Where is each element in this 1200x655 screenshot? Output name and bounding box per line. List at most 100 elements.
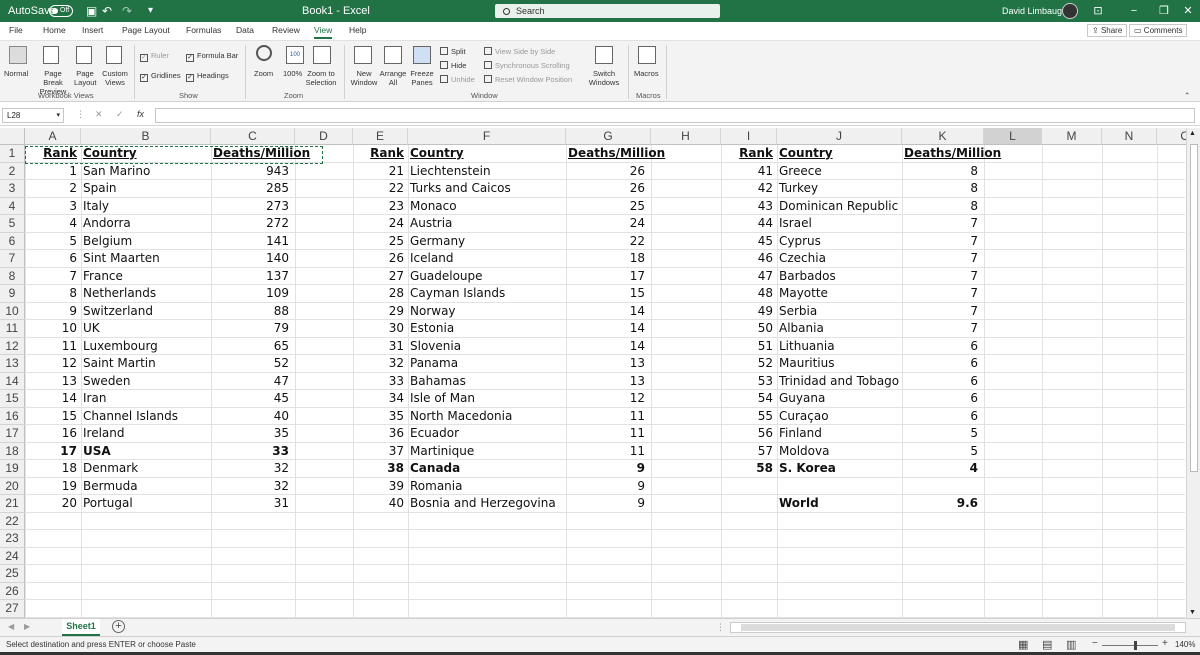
- customize-toolbar-icon[interactable]: ▾: [148, 0, 153, 22]
- cell-world-value[interactable]: 9.6: [918, 495, 978, 513]
- cell-rank[interactable]: 1: [37, 163, 77, 181]
- cell-rank[interactable]: 5: [37, 233, 77, 251]
- hide-button[interactable]: Hide: [440, 61, 466, 70]
- column-header-l[interactable]: L: [984, 128, 1042, 145]
- page-layout-status-icon[interactable]: ▤: [1042, 638, 1052, 651]
- cell-rank[interactable]: 46: [733, 250, 773, 268]
- cell-rank[interactable]: 25: [364, 233, 404, 251]
- cell-rank[interactable]: 37: [364, 443, 404, 461]
- cell-rank[interactable]: 51: [733, 338, 773, 356]
- freeze-panes-icon[interactable]: [413, 46, 431, 64]
- page-layout-icon[interactable]: [76, 46, 92, 64]
- zoom-100-icon[interactable]: 100: [286, 46, 304, 64]
- cell-deaths-per-million[interactable]: 47: [229, 373, 289, 391]
- cell-rank[interactable]: 39: [364, 478, 404, 496]
- ribbon-display-icon[interactable]: ⊡: [1080, 0, 1116, 22]
- cell-country[interactable]: Estonia: [410, 320, 570, 338]
- avatar[interactable]: [1062, 3, 1078, 19]
- cell-deaths-per-million[interactable]: 7: [918, 285, 978, 303]
- header-deaths-per-million[interactable]: Deaths/Million: [904, 145, 1014, 163]
- cell-deaths-per-million[interactable]: 14: [585, 303, 645, 321]
- cell-rank[interactable]: 57: [733, 443, 773, 461]
- close-icon[interactable]: ✕: [1170, 0, 1200, 22]
- cell-deaths-per-million[interactable]: 31: [229, 495, 289, 513]
- freeze-panes-button[interactable]: Freeze Panes: [407, 69, 437, 87]
- cell-rank[interactable]: 38: [364, 460, 404, 478]
- cell-country[interactable]: USA: [83, 443, 243, 461]
- cell-rank[interactable]: 43: [733, 198, 773, 216]
- zoom-level[interactable]: 140%: [1175, 640, 1195, 649]
- row-header-16[interactable]: 16: [0, 407, 25, 425]
- cell-country[interactable]: Denmark: [83, 460, 243, 478]
- column-header-a[interactable]: A: [25, 128, 81, 145]
- cell-country[interactable]: Norway: [410, 303, 570, 321]
- row-header-18[interactable]: 18: [0, 442, 25, 460]
- zoom-to-selection-icon[interactable]: [313, 46, 331, 64]
- search-box[interactable]: Search: [495, 4, 720, 18]
- cell-deaths-per-million[interactable]: 272: [229, 215, 289, 233]
- arrange-all-button[interactable]: Arrange All: [378, 69, 408, 87]
- tab-review[interactable]: Review: [272, 25, 300, 35]
- cell-deaths-per-million[interactable]: 7: [918, 268, 978, 286]
- unhide-button[interactable]: Unhide: [440, 75, 475, 84]
- row-header-26[interactable]: 26: [0, 582, 25, 600]
- cell-country[interactable]: Bosnia and Herzegovina: [410, 495, 570, 513]
- normal-view-icon[interactable]: [9, 46, 27, 64]
- cell-country[interactable]: Greece: [779, 163, 939, 181]
- column-header-e[interactable]: E: [353, 128, 408, 145]
- cell-rank[interactable]: 32: [364, 355, 404, 373]
- cell-deaths-per-million[interactable]: 11: [585, 408, 645, 426]
- zoom-in-icon[interactable]: +: [1162, 638, 1168, 649]
- cell-rank[interactable]: 11: [37, 338, 77, 356]
- cell-deaths-per-million[interactable]: 17: [585, 268, 645, 286]
- cell-deaths-per-million[interactable]: 8: [918, 163, 978, 181]
- cell-deaths-per-million[interactable]: 7: [918, 320, 978, 338]
- cell-rank[interactable]: 3: [37, 198, 77, 216]
- cell-rank[interactable]: 4: [37, 215, 77, 233]
- cell-country[interactable]: Romania: [410, 478, 570, 496]
- tab-view[interactable]: View: [314, 25, 333, 39]
- cell-country[interactable]: Liechtenstein: [410, 163, 570, 181]
- column-header-n[interactable]: N: [1102, 128, 1157, 145]
- gridlines-checkbox[interactable]: ✓ Gridlines: [140, 71, 181, 82]
- cell-deaths-per-million[interactable]: 88: [229, 303, 289, 321]
- user-name[interactable]: David Limbaugh: [1002, 0, 1067, 22]
- cell-country[interactable]: Netherlands: [83, 285, 243, 303]
- cell-country[interactable]: Portugal: [83, 495, 243, 513]
- cell-rank[interactable]: 27: [364, 268, 404, 286]
- cell-rank[interactable]: 7: [37, 268, 77, 286]
- row-header-11[interactable]: 11: [0, 320, 25, 338]
- cell-rank[interactable]: 6: [37, 250, 77, 268]
- tab-page-layout[interactable]: Page Layout: [122, 25, 170, 35]
- cell-rank[interactable]: 19: [37, 478, 77, 496]
- cancel-icon[interactable]: ✕: [95, 109, 103, 120]
- cell-world-label[interactable]: World: [779, 495, 879, 513]
- cell-rank[interactable]: 34: [364, 390, 404, 408]
- new-window-icon[interactable]: [354, 46, 372, 64]
- tab-data[interactable]: Data: [236, 25, 254, 35]
- cell-country[interactable]: Albania: [779, 320, 939, 338]
- cell-country[interactable]: Italy: [83, 198, 243, 216]
- column-header-i[interactable]: I: [721, 128, 777, 145]
- zoom-to-selection-button[interactable]: Zoom to Selection: [303, 69, 339, 87]
- cell-rank[interactable]: 9: [37, 303, 77, 321]
- cell-deaths-per-million[interactable]: 14: [585, 320, 645, 338]
- select-all-corner[interactable]: [0, 128, 25, 145]
- cell-country[interactable]: Lithuania: [779, 338, 939, 356]
- cell-rank[interactable]: 17: [37, 443, 77, 461]
- row-header-6[interactable]: 6: [0, 232, 25, 250]
- column-header-b[interactable]: B: [81, 128, 211, 145]
- row-header-15[interactable]: 15: [0, 390, 25, 408]
- row-header-14[interactable]: 14: [0, 372, 25, 390]
- insert-function-icon[interactable]: fx: [137, 109, 144, 119]
- cell-country[interactable]: Cyprus: [779, 233, 939, 251]
- cell-rank[interactable]: 31: [364, 338, 404, 356]
- cell-deaths-per-million[interactable]: 6: [918, 390, 978, 408]
- cell-country[interactable]: Trinidad and Tobago: [779, 373, 939, 391]
- enter-icon[interactable]: ✓: [116, 109, 124, 120]
- row-header-13[interactable]: 13: [0, 355, 25, 373]
- cell-deaths-per-million[interactable]: 13: [585, 373, 645, 391]
- headings-checkbox[interactable]: ✓ Headings: [186, 71, 229, 82]
- cell-rank[interactable]: 13: [37, 373, 77, 391]
- cell-rank[interactable]: 18: [37, 460, 77, 478]
